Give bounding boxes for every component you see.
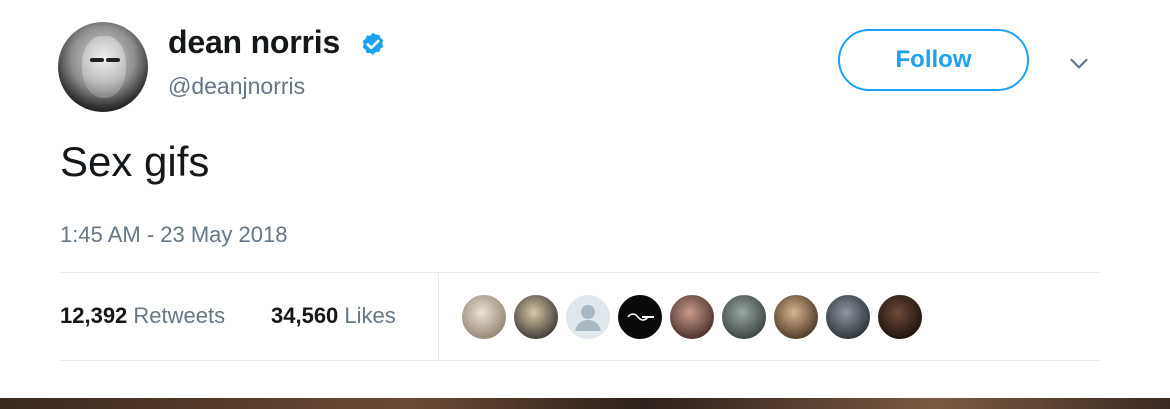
retweets-count: 12,392: [60, 303, 128, 328]
liker-avatar[interactable]: [877, 294, 923, 340]
liker-avatar[interactable]: [617, 294, 663, 340]
chevron-down-icon[interactable]: [1066, 50, 1092, 76]
follow-button[interactable]: Follow: [838, 29, 1029, 91]
liker-avatar[interactable]: [721, 294, 767, 340]
likes-stat[interactable]: 34,560 Likes: [271, 303, 396, 329]
stats-divider-bottom: [60, 360, 1100, 361]
stats-divider-top: [60, 272, 1100, 273]
likes-count: 34,560: [271, 303, 339, 328]
background-image-strip: [0, 398, 1170, 409]
author-avatar[interactable]: [58, 22, 148, 112]
default-user-icon: [575, 305, 601, 331]
liker-avatar[interactable]: [825, 294, 871, 340]
avatar-brow-left: [90, 58, 104, 62]
liker-avatar[interactable]: [461, 294, 507, 340]
retweets-label: Retweets: [133, 303, 226, 328]
verified-badge-icon: [362, 32, 384, 55]
avatar-brow-right: [106, 58, 120, 62]
tweet-text: Sex gifs: [60, 138, 210, 185]
tweet-card: dean norris @deanjnorris Follow Sex gifs…: [0, 0, 1170, 409]
logo-icon: [627, 313, 654, 321]
avatar-face: [82, 36, 126, 98]
author-display-name[interactable]: dean norris: [168, 24, 340, 61]
liker-avatar[interactable]: [773, 294, 819, 340]
stats-vertical-divider: [438, 273, 439, 360]
liker-avatar[interactable]: [669, 294, 715, 340]
retweets-stat[interactable]: 12,392 Retweets: [60, 303, 225, 329]
liker-avatar[interactable]: [513, 294, 559, 340]
author-handle[interactable]: @deanjnorris: [168, 73, 305, 100]
liker-avatar[interactable]: [565, 294, 611, 340]
likes-label: Likes: [344, 303, 396, 328]
tweet-timestamp[interactable]: 1:45 AM - 23 May 2018: [60, 222, 287, 248]
